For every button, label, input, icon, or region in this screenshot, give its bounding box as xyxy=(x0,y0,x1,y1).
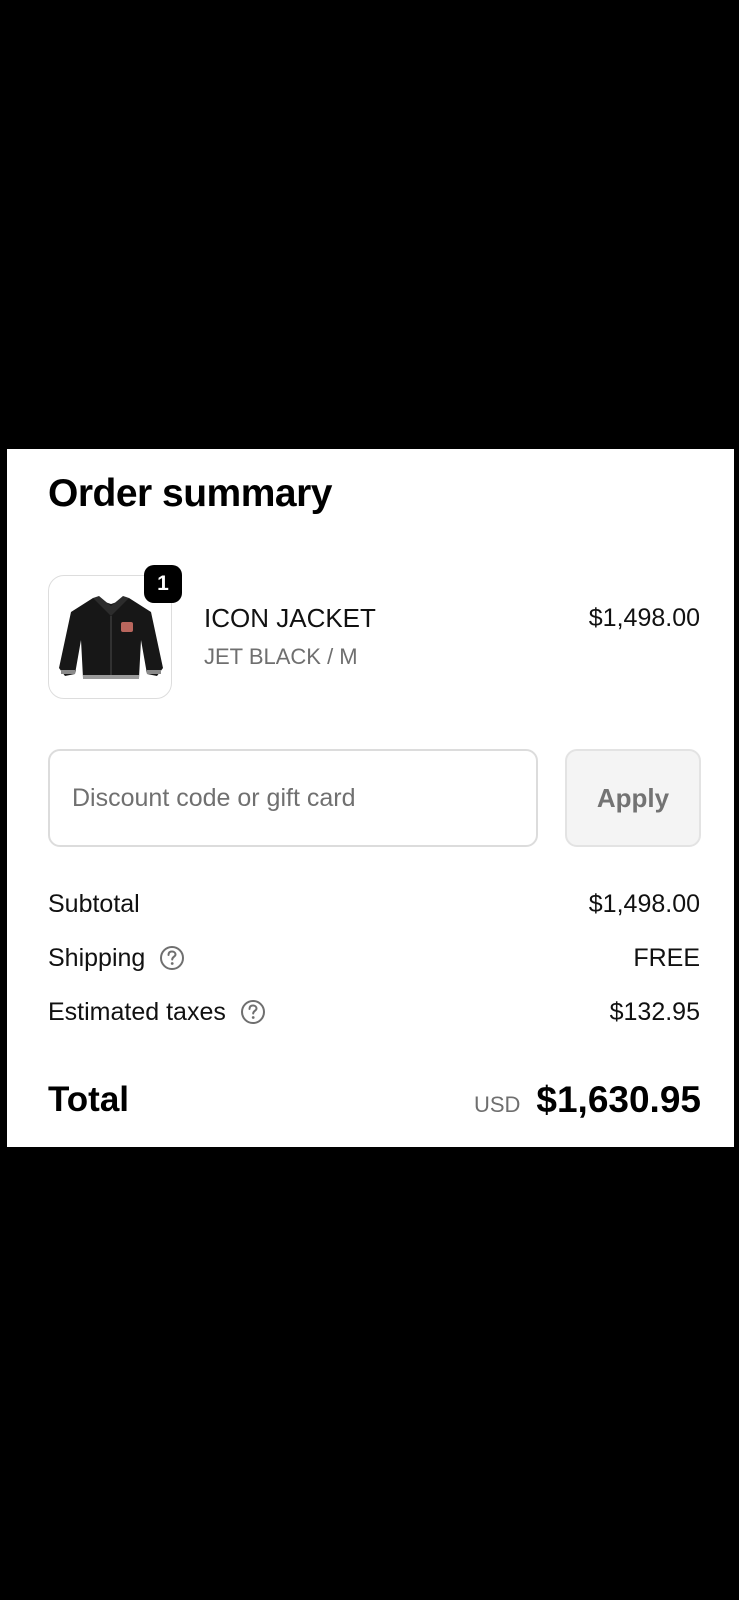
order-summary-card: Order summary 1 ICON JACKET JET BLACK / … xyxy=(7,449,734,1147)
shipping-label-wrap: Shipping xyxy=(48,941,185,975)
help-circle-icon[interactable] xyxy=(159,945,185,971)
shipping-row: Shipping FREE xyxy=(48,941,700,975)
quantity-badge: 1 xyxy=(144,565,182,603)
help-circle-icon[interactable] xyxy=(240,999,266,1025)
subtotal-row: Subtotal $1,498.00 xyxy=(48,887,700,921)
subtotal-value: $1,498.00 xyxy=(588,890,700,918)
order-summary-title: Order summary xyxy=(48,472,332,515)
apply-button[interactable]: Apply xyxy=(565,749,701,847)
total-currency: USD xyxy=(473,1092,521,1117)
item-name: ICON JACKET xyxy=(204,603,376,633)
total-value: USD $1,630.95 xyxy=(474,1080,701,1120)
taxes-label-wrap: Estimated taxes xyxy=(48,995,266,1029)
taxes-value: $132.95 xyxy=(609,998,700,1026)
discount-code-input[interactable] xyxy=(48,749,538,847)
shipping-value: FREE xyxy=(633,944,700,972)
taxes-label: Estimated taxes xyxy=(48,998,226,1026)
taxes-row: Estimated taxes $132.95 xyxy=(48,995,700,1029)
subtotal-label: Subtotal xyxy=(48,890,140,918)
total-amount: $1,630.95 xyxy=(536,1079,701,1120)
total-label: Total xyxy=(48,1080,130,1119)
shipping-label: Shipping xyxy=(48,944,146,972)
item-price: $1,498.00 xyxy=(588,604,700,632)
jacket-icon xyxy=(59,596,163,679)
item-variant: JET BLACK / M xyxy=(204,644,358,669)
